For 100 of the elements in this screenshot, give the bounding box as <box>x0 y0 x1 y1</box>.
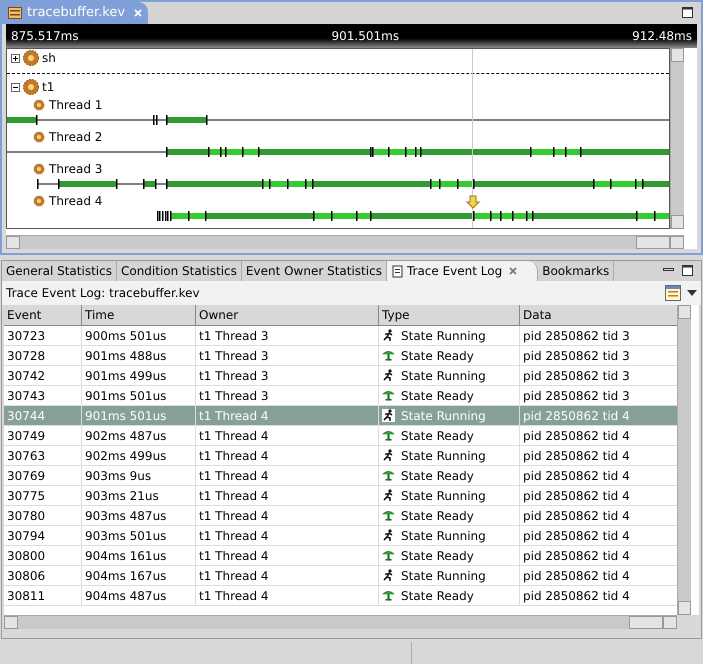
table-cell-text: t1 Thread 4 <box>199 408 269 424</box>
gear-icon <box>33 99 45 111</box>
runner-icon <box>382 329 395 342</box>
thread-name[interactable]: Thread 3 <box>49 160 102 178</box>
table-cell-text: 901ms 501us <box>85 388 166 404</box>
table-row[interactable]: 30749 902ms 487us t1 Thread 4 State Ready pid 2850862 tid 4 <box>4 426 677 446</box>
column-header[interactable]: Type <box>379 305 520 326</box>
table-cell-text: 904ms 167us <box>85 568 166 584</box>
table-row[interactable]: 30806 904ms 167us t1 Thread 4 State Running pid 2850862 tid 4 <box>4 566 677 586</box>
table-row[interactable]: 30800 904ms 161us t1 Thread 4 State Ready pid 2850862 tid 4 <box>4 546 677 566</box>
table-cell-text: 30794 <box>7 528 46 544</box>
table-cell-text: State Ready <box>401 508 474 524</box>
table-cell-text: t1 Thread 4 <box>199 528 269 544</box>
time-label: 901.501ms <box>332 28 400 45</box>
table-cell-text: t1 Thread 4 <box>199 488 269 504</box>
view-tab[interactable]: Trace Event Log <box>386 261 538 281</box>
mushroom-icon <box>382 349 395 362</box>
table-cell-text: pid 2850862 tid 4 <box>523 568 630 584</box>
table-cell-text: 30723 <box>7 328 46 344</box>
gear-icon <box>33 195 45 207</box>
column-header[interactable]: Time <box>82 305 196 326</box>
dropdown-icon[interactable] <box>687 290 697 296</box>
collapse-icon[interactable] <box>11 82 20 92</box>
table-cell-text: 901ms 499us <box>85 368 166 384</box>
table-cell-text: 901ms 488us <box>85 348 166 364</box>
table-cell-text: pid 2850862 tid 4 <box>523 548 630 564</box>
table-row[interactable]: 30780 903ms 487us t1 Thread 4 State Ready pid 2850862 tid 4 <box>4 506 677 526</box>
table-cell-text: State Running <box>401 328 486 344</box>
table-cell-text: State Ready <box>401 428 474 444</box>
column-header[interactable]: Owner <box>196 305 379 326</box>
table-cell-text: 904ms 487us <box>85 588 166 604</box>
vertical-scrollbar[interactable] <box>670 48 684 229</box>
table-cell-text: pid 2850862 tid 4 <box>523 528 630 544</box>
horizontal-scrollbar[interactable] <box>4 615 677 629</box>
table-row[interactable]: 30728 901ms 488us t1 Thread 3 State Ready pid 2850862 tid 3 <box>4 346 677 366</box>
column-header[interactable]: Event <box>4 305 82 326</box>
runner-icon <box>382 569 395 582</box>
table-cell-text: pid 2850862 tid 4 <box>523 508 630 524</box>
table-icon[interactable] <box>665 285 681 301</box>
minimize-icon[interactable] <box>663 268 674 271</box>
table-cell-text: 903ms 21us <box>85 488 159 504</box>
table-row[interactable]: 30763 902ms 499us t1 Thread 4 State Running pid 2850862 tid 4 <box>4 446 677 466</box>
table-cell-text: 902ms 499us <box>85 448 166 464</box>
gear-icon <box>33 131 45 143</box>
table-cell-text: 30749 <box>7 428 46 444</box>
table-cell-text: t1 Thread 4 <box>199 448 269 464</box>
table-cell-text: State Ready <box>401 468 474 484</box>
expand-icon[interactable] <box>11 54 20 62</box>
thread-name[interactable]: Thread 1 <box>49 96 102 114</box>
table-cell-text: pid 2850862 tid 4 <box>523 428 630 444</box>
table-cell-text: State Running <box>401 448 486 464</box>
mushroom-icon <box>382 509 395 522</box>
time-label: 875.517ms <box>11 28 79 45</box>
table-cell-text: 900ms 501us <box>85 328 166 344</box>
table-row[interactable]: 30742 901ms 499us t1 Thread 3 State Running pid 2850862 tid 3 <box>4 366 677 386</box>
table-cell-text: pid 2850862 tid 4 <box>523 468 630 484</box>
table-cell-text: pid 2850862 tid 3 <box>523 388 630 404</box>
mushroom-icon <box>382 389 395 402</box>
table-row[interactable]: 30723 900ms 501us t1 Thread 3 State Running pid 2850862 tid 3 <box>4 326 677 346</box>
process-name[interactable]: sh <box>42 49 56 67</box>
table-cell-text: 904ms 161us <box>85 548 166 564</box>
table-cell-text: t1 Thread 3 <box>199 348 269 364</box>
table-row[interactable]: 30794 903ms 501us t1 Thread 4 State Running pid 2850862 tid 4 <box>4 526 677 546</box>
view-title: Trace Event Log: tracebuffer.kev <box>6 285 200 302</box>
trace-file-icon <box>8 7 22 19</box>
table-row[interactable]: 30811 904ms 487us t1 Thread 4 State Ready pid 2850862 tid 4 <box>4 586 677 606</box>
table-cell-text: pid 2850862 tid 3 <box>523 348 630 364</box>
table-cell-text: 30811 <box>7 588 46 604</box>
close-icon[interactable] <box>509 267 518 275</box>
table-row[interactable]: 30769 903ms 9us t1 Thread 4 State Ready pid 2850862 tid 4 <box>4 466 677 486</box>
table-cell-text: 30769 <box>7 468 46 484</box>
thread-name[interactable]: Thread 2 <box>49 128 102 146</box>
horizontal-scrollbar[interactable] <box>6 235 684 249</box>
table-cell-text: pid 2850862 tid 4 <box>523 408 630 424</box>
maximize-icon[interactable] <box>682 265 693 276</box>
table-cell-text: pid 2850862 tid 4 <box>523 488 630 504</box>
maximize-icon[interactable] <box>682 7 693 18</box>
runner-icon <box>382 489 395 502</box>
runner-icon <box>382 529 395 542</box>
thread-name[interactable]: Thread 4 <box>49 192 102 210</box>
table-cell-text: 30800 <box>7 548 46 564</box>
table-cell-text: 30780 <box>7 508 46 524</box>
table-cell-text: t1 Thread 4 <box>199 588 269 604</box>
table-cell-text: 30775 <box>7 488 46 504</box>
table-cell-text: State Ready <box>401 548 474 564</box>
table-cell-text: 903ms 9us <box>85 468 152 484</box>
table-cell-text: 903ms 487us <box>85 508 166 524</box>
down-arrow-icon <box>466 195 480 209</box>
table-cell-text: t1 Thread 4 <box>199 468 269 484</box>
table-cell-text: 30763 <box>7 448 46 464</box>
vertical-scrollbar[interactable] <box>677 305 691 615</box>
table-cell-text: t1 Thread 4 <box>199 568 269 584</box>
table-cell-text: pid 2850862 tid 4 <box>523 448 630 464</box>
table-row[interactable]: 30775 903ms 21us t1 Thread 4 State Running pid 2850862 tid 4 <box>4 486 677 506</box>
process-name[interactable]: t1 <box>42 78 54 96</box>
table-cell-text: 30806 <box>7 568 46 584</box>
table-cell-text: pid 2850862 tid 3 <box>523 368 630 384</box>
table-cell-text: State Running <box>401 368 486 384</box>
table-cell-text: State Ready <box>401 588 474 604</box>
table-cell-text: 30744 <box>7 408 46 424</box>
